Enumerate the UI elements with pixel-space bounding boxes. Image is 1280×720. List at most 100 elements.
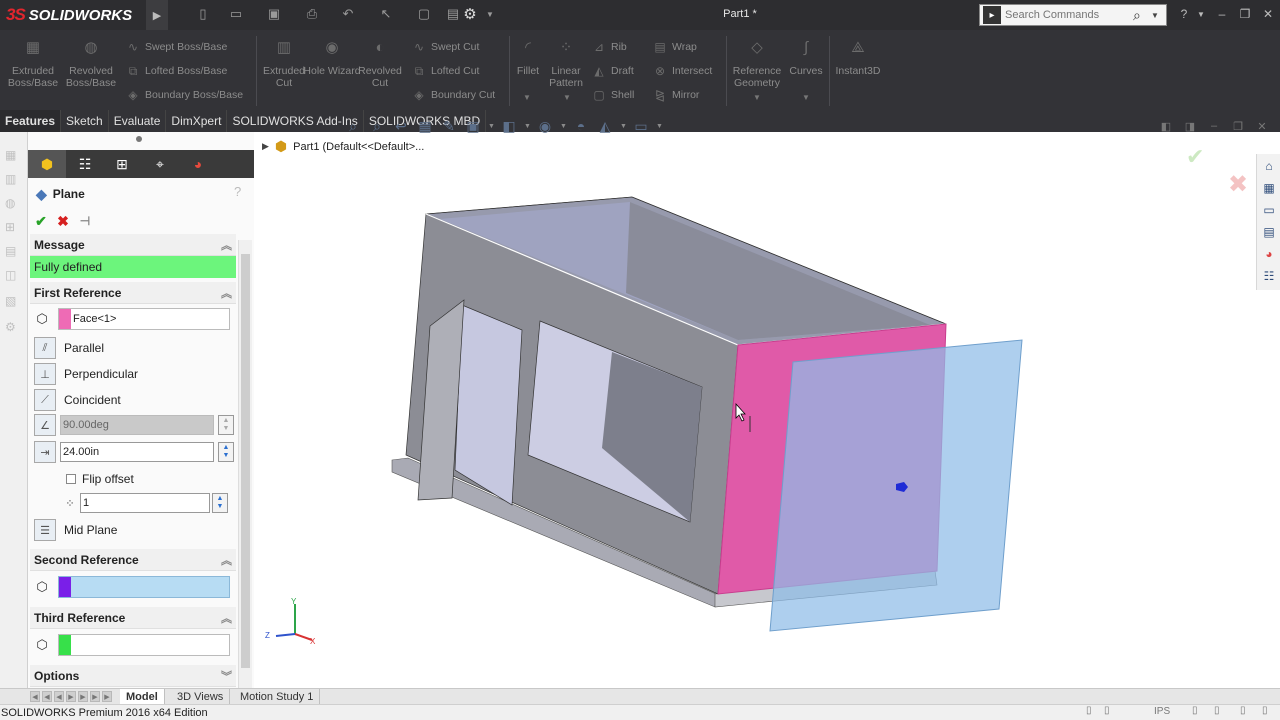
boundary-cut-button[interactable]: ◈ Boundary Cut [412,86,495,104]
gear-icon[interactable]: ⚙ [462,6,478,23]
status-icon[interactable]: ▯ [1214,705,1228,719]
feature-icon[interactable]: ▤ [5,244,21,260]
help-dropdown-icon[interactable]: ▼ [1193,6,1209,22]
close-window-icon[interactable]: ✕ [1260,6,1276,22]
pattern-dropdown-icon[interactable]: ▼ [563,93,571,102]
angle-field[interactable]: 90.00deg [60,415,214,435]
mid-plane-option[interactable]: ☰ Mid Plane [30,518,236,542]
panel-splitter-handle[interactable] [136,136,142,142]
status-icon[interactable]: ▯ [1192,705,1206,719]
solidworks-logo[interactable]: 3S SOLIDWORKS [6,3,132,27]
feature-manager-tab-icon[interactable]: ⬢ [28,150,66,178]
curves-button[interactable]: ∫ Curves [786,40,826,77]
model-viewport[interactable]: Y X Z [254,132,1280,688]
lofted-cut-button[interactable]: ⧉ Lofted Cut [412,62,480,80]
design-library-icon[interactable]: ▦ [1259,178,1279,198]
feature-icon[interactable]: ◫ [5,268,21,284]
flyout-tree-item[interactable]: ▶ ⬢ Part1 (Default<<Default>... [262,138,424,155]
first-tab-icon[interactable]: ◀ [30,691,40,702]
collapse-chevron-icon[interactable]: ︽ [221,237,232,253]
collapse-chevron-icon[interactable]: ︽ [221,610,232,626]
status-icon[interactable]: ▯ [1240,705,1254,719]
view-settings-icon[interactable]: ▭ [632,118,650,134]
tab-motion-study[interactable]: Motion Study 1 [234,689,321,704]
fillet-button[interactable]: ◜ Fillet [510,40,546,77]
draft-button[interactable]: ◭ Draft [592,62,633,80]
zoom-to-fit-icon[interactable]: ⌕ [344,118,362,134]
file-explorer-icon[interactable]: ▭ [1259,200,1279,220]
flip-offset-checkbox[interactable] [66,474,76,484]
perpendicular-option[interactable]: ⊥ Perpendicular [30,362,236,386]
logo-menu-arrow-icon[interactable]: ▶ [146,0,168,30]
tab-features[interactable]: Features [0,110,62,132]
previous-view-icon[interactable]: ↩ [392,118,410,134]
options-section-header[interactable]: Options ︾ [30,665,236,687]
print-icon[interactable]: ⎙ [304,6,320,22]
zoom-to-area-icon[interactable]: ⌕ [368,118,386,134]
hide-show-dropdown-icon[interactable]: ▼ [560,123,567,130]
search-icon[interactable]: ⌕ [1133,7,1151,24]
apply-scene-icon[interactable]: ◭ [596,118,614,134]
expand-arrow-icon[interactable]: ▶ [262,141,269,152]
tab-model[interactable]: Model [120,689,165,704]
swept-boss-button[interactable]: ∿ Swept Boss/Base [126,38,227,56]
unit-system[interactable]: IPS [1154,706,1170,717]
feature-icon[interactable]: ⊞ [5,220,21,236]
close-document-icon[interactable]: ✕ [1254,118,1270,134]
status-icon[interactable]: ▯ [1262,705,1276,719]
restore-window-icon[interactable]: ❐ [1237,6,1253,22]
previous-tab-icon[interactable]: ◀ [42,691,52,702]
linear-pattern-button[interactable]: ⁘ Linear Pattern [544,40,588,89]
tab-3d-views[interactable]: 3D Views [171,689,231,704]
property-manager-tab-icon[interactable]: ☷ [66,150,104,178]
view-orientation-dropdown-icon[interactable]: ▼ [488,123,495,130]
reference-geometry-button[interactable]: ◇ Reference Geometry [730,40,784,89]
open-document-icon[interactable]: ▭ [228,6,244,22]
home-icon[interactable]: ⌂ [1259,156,1279,176]
feature-icon[interactable]: ▧ [5,294,21,310]
restore-document-icon[interactable]: ❐ [1230,118,1246,134]
lofted-boss-button[interactable]: ⧉ Lofted Boss/Base [126,62,228,80]
expand-panel-icon[interactable]: ◨ [1182,118,1198,134]
instant3d-button[interactable]: ⟁ Instant3D [830,40,886,77]
collapse-chevron-icon[interactable]: ︽ [221,552,232,568]
minimize-window-icon[interactable]: – [1214,6,1230,22]
traffic-light-icon[interactable]: ▤ [445,6,461,22]
undo-icon[interactable]: ↶ [340,6,356,22]
scene-dropdown-icon[interactable]: ▼ [620,123,627,130]
hide-show-items-icon[interactable]: ◉ [536,118,554,134]
pushpin-icon[interactable]: ⊣ [76,212,94,230]
next-tab-icon[interactable]: ▶ [90,691,100,702]
tab-evaluate[interactable]: Evaluate [109,110,167,132]
feature-icon[interactable]: ▦ [5,148,21,164]
last-tab-icon[interactable]: ▶ [102,691,112,702]
view-palette-icon[interactable]: ▤ [1259,222,1279,242]
edit-appearance-icon[interactable]: ◓ [572,118,590,134]
view-orientation-icon[interactable]: ▣ [464,118,482,134]
view-settings-dropdown-icon[interactable]: ▼ [656,123,663,130]
collapse-panel-icon[interactable]: ◧ [1158,118,1174,134]
ok-check-icon[interactable]: ✔ [32,212,50,230]
curves-dropdown-icon[interactable]: ▼ [802,93,810,102]
select-icon[interactable]: ↖ [378,6,394,22]
feature-icon[interactable]: ▥ [5,172,21,188]
custom-properties-icon[interactable]: ☷ [1259,266,1279,286]
count-spinner-icon[interactable]: ▲ ▼ [212,493,228,513]
extruded-boss-button[interactable]: ▦ Extruded Boss/Base [4,40,62,89]
rebuild-icon[interactable]: ▢ [416,6,432,22]
appearances-icon[interactable]: ◕ [1259,244,1279,264]
first-reference-box[interactable]: Face<1> [58,308,230,330]
help-icon[interactable]: ? [234,184,241,199]
configuration-manager-tab-icon[interactable]: ⊞ [103,150,141,178]
coincident-option[interactable]: ⟋ Coincident [30,388,236,412]
second-reference-box[interactable] [58,576,230,598]
previous-tab-icon[interactable]: ◀ [54,691,64,702]
display-style-icon[interactable]: ◧ [500,118,518,134]
third-reference-box[interactable] [58,634,230,656]
third-reference-header[interactable]: Third Reference ︽ [30,607,236,629]
dynamic-annotation-icon[interactable]: ✎ [440,118,458,134]
mirror-button[interactable]: ⧎ Mirror [653,86,699,104]
minimize-document-icon[interactable]: – [1206,118,1222,134]
parallel-option[interactable]: ⫽ Parallel [30,336,236,360]
options-dropdown-icon[interactable]: ▼ [482,6,498,22]
